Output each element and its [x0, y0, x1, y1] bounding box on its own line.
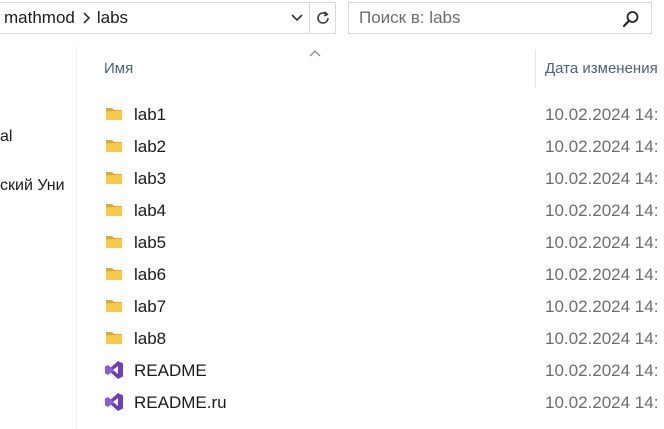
list-item[interactable]: lab8 10.02.2024 14: — [96, 322, 664, 354]
column-header-date[interactable]: Дата изменения — [545, 60, 658, 77]
search-placeholder: Поиск в: labs — [359, 8, 461, 27]
pane-divider[interactable] — [76, 46, 77, 429]
column-header-name[interactable]: Имя — [104, 60, 133, 77]
list-item[interactable]: lab4 10.02.2024 14: — [96, 194, 664, 226]
file-name: lab6 — [134, 265, 167, 284]
breadcrumb-labs[interactable]: labs — [97, 8, 128, 28]
folder-icon — [104, 200, 124, 220]
list-item[interactable]: lab6 10.02.2024 14: — [96, 258, 664, 290]
file-name: lab3 — [134, 169, 167, 188]
file-date: 10.02.2024 14: — [545, 105, 659, 124]
file-name: README.ru — [134, 393, 227, 412]
folder-icon — [104, 328, 124, 348]
chevron-right-icon[interactable] — [75, 2, 97, 34]
folder-icon — [104, 232, 124, 252]
file-date: 10.02.2024 14: — [545, 201, 659, 220]
list-item[interactable]: lab3 10.02.2024 14: — [96, 162, 664, 194]
folder-icon — [104, 104, 124, 124]
address-bar[interactable]: mathmod labs — [0, 2, 336, 34]
sidebar-item-1[interactable]: al — [0, 128, 12, 146]
folder-icon — [104, 264, 124, 284]
file-name: lab1 — [134, 105, 167, 124]
file-date: 10.02.2024 14: — [545, 265, 659, 284]
file-name: README — [134, 361, 207, 380]
file-name: lab7 — [134, 297, 167, 316]
file-date: 10.02.2024 14: — [545, 169, 659, 188]
folder-icon — [104, 136, 124, 156]
file-date: 10.02.2024 14: — [545, 233, 659, 252]
visual-studio-icon — [104, 360, 124, 380]
chevron-down-icon[interactable] — [286, 3, 308, 33]
file-date: 10.02.2024 14: — [545, 329, 659, 348]
column-divider[interactable] — [535, 50, 536, 88]
chevron-up-icon — [309, 44, 321, 57]
list-item[interactable]: lab1 10.02.2024 14: — [96, 98, 664, 130]
sidebar-item-2[interactable]: ский Уни — [0, 177, 65, 195]
breadcrumb-mathmod[interactable]: mathmod — [4, 8, 75, 28]
file-list: lab1 10.02.2024 14: lab2 10.02.2024 14: … — [96, 98, 664, 418]
file-date: 10.02.2024 14: — [545, 393, 659, 412]
file-name: lab8 — [134, 329, 167, 348]
file-date: 10.02.2024 14: — [545, 361, 659, 380]
file-date: 10.02.2024 14: — [545, 137, 659, 156]
file-name: lab5 — [134, 233, 167, 252]
navigation-pane: al ский Уни — [0, 46, 76, 429]
list-item[interactable]: lab7 10.02.2024 14: — [96, 290, 664, 322]
folder-icon — [104, 168, 124, 188]
file-name: lab2 — [134, 137, 167, 156]
visual-studio-icon — [104, 392, 124, 412]
file-name: lab4 — [134, 201, 167, 220]
search-icon[interactable] — [621, 9, 641, 29]
list-item[interactable]: lab5 10.02.2024 14: — [96, 226, 664, 258]
refresh-icon[interactable] — [309, 3, 335, 33]
folder-icon — [104, 296, 124, 316]
list-item[interactable]: README 10.02.2024 14: — [96, 354, 664, 386]
search-input[interactable]: Поиск в: labs — [348, 2, 652, 34]
list-item[interactable]: README.ru 10.02.2024 14: — [96, 386, 664, 418]
list-item[interactable]: lab2 10.02.2024 14: — [96, 130, 664, 162]
file-date: 10.02.2024 14: — [545, 297, 659, 316]
